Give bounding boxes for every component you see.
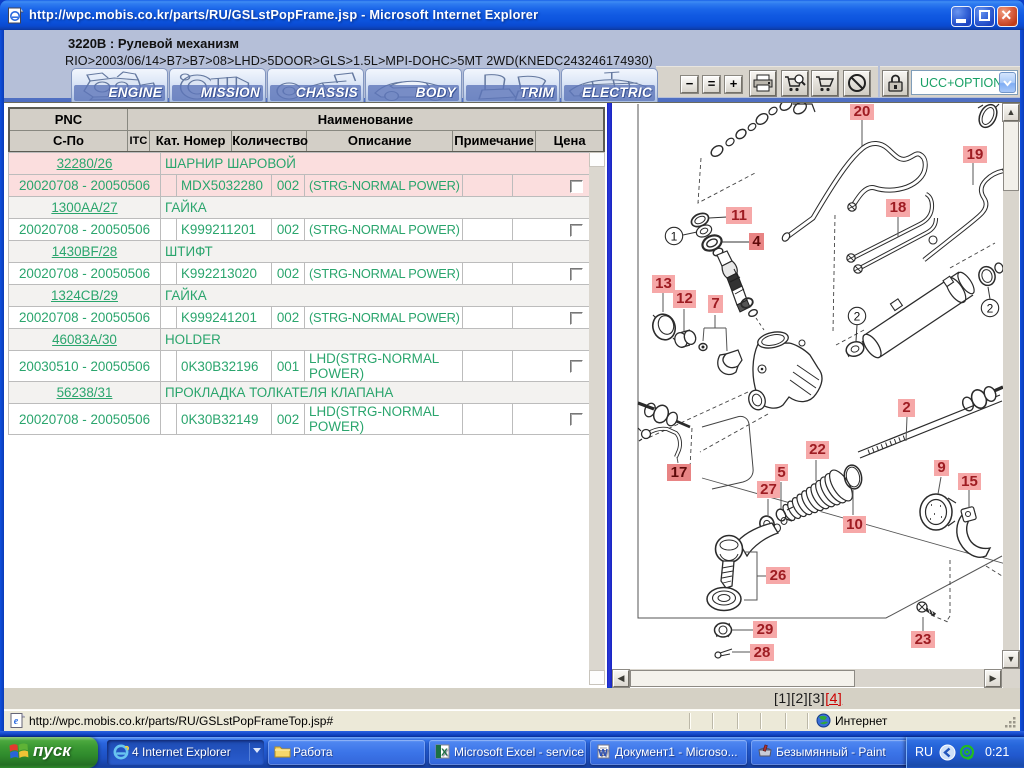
svg-text:2: 2 (987, 302, 994, 316)
svg-text:1: 1 (671, 230, 678, 244)
svg-text:W: W (598, 748, 608, 759)
svg-text:e: e (14, 716, 19, 727)
svg-text:2: 2 (854, 310, 861, 324)
svg-text:X: X (441, 748, 448, 759)
